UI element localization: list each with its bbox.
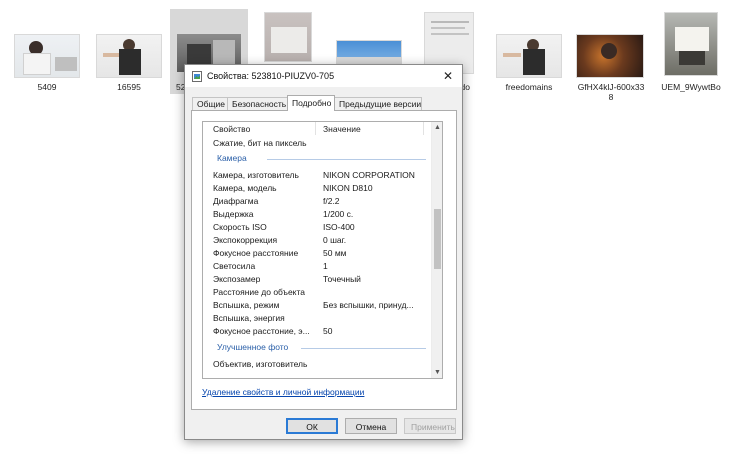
file-name: 5409: [37, 82, 57, 92]
dialog-titlebar[interactable]: Свойства: 523810-PIUZV0-705 ✕: [185, 65, 462, 87]
tab-previous-versions[interactable]: Предыдущие версии: [334, 97, 422, 110]
property-row[interactable]: Расстояние до объекта: [203, 286, 432, 299]
property-row[interactable]: Вспышка, режим Без вспышки, принуд...: [203, 299, 432, 312]
file-name: GfHX4klJ-600x33 8: [577, 82, 645, 102]
vertical-scrollbar[interactable]: ▲ ▼: [431, 122, 442, 378]
properties-list[interactable]: Свойство Значение Сжатие, бит на пиксель…: [202, 121, 443, 379]
property-row[interactable]: Экспозамер Точечный: [203, 273, 432, 286]
column-header-property[interactable]: Свойство: [213, 124, 250, 134]
group-header-camera: Камера: [203, 152, 432, 165]
image-file-icon: [192, 71, 202, 82]
file-item-16595[interactable]: 16595: [92, 30, 166, 100]
details-panel: Свойство Значение Сжатие, бит на пиксель…: [191, 110, 457, 410]
file-item[interactable]: [258, 10, 318, 70]
property-row[interactable]: Сжатие, бит на пиксель: [203, 137, 432, 150]
file-item[interactable]: [332, 36, 406, 66]
tab-details[interactable]: Подробно: [287, 95, 335, 111]
group-header-enhanced-photo: Улучшенное фото: [203, 341, 432, 354]
file-item-5409[interactable]: 5409: [10, 30, 84, 100]
scroll-up-icon[interactable]: ▲: [432, 122, 442, 133]
properties-dialog: Свойства: 523810-PIUZV0-705 ✕ Общие Безо…: [184, 64, 463, 440]
photo-thumbnail: [576, 34, 644, 78]
apply-button[interactable]: Применить: [404, 418, 456, 434]
photo-thumbnail: [14, 34, 80, 78]
property-row[interactable]: Фокусное расстояние 50 мм: [203, 247, 432, 260]
remove-properties-link[interactable]: Удаление свойств и личной информации: [202, 387, 364, 397]
column-divider[interactable]: [423, 122, 424, 135]
photo-thumbnail: [664, 12, 718, 76]
tab-general[interactable]: Общие: [192, 97, 228, 110]
photo-thumbnail: [336, 40, 402, 64]
property-row[interactable]: Скорость ISO ISO-400: [203, 221, 432, 234]
scrollbar-thumb[interactable]: [434, 209, 441, 269]
file-item-uem[interactable]: UEM_9WywtBo: [656, 10, 726, 100]
ok-button[interactable]: ОК: [286, 418, 338, 434]
photo-thumbnail: [264, 12, 312, 62]
column-header-row: Свойство Значение: [203, 122, 432, 135]
file-name: 16595: [117, 82, 141, 92]
property-row[interactable]: Экспокоррекция 0 шаг.: [203, 234, 432, 247]
file-item-freedomains[interactable]: freedomains: [492, 30, 566, 100]
property-row[interactable]: Выдержка 1/200 с.: [203, 208, 432, 221]
tab-security[interactable]: Безопасность: [227, 97, 288, 110]
property-row[interactable]: Фокусное расстоние, э... 50: [203, 325, 432, 338]
property-row[interactable]: Светосила 1: [203, 260, 432, 273]
photo-thumbnail: [496, 34, 562, 78]
close-button[interactable]: ✕: [434, 65, 462, 87]
file-name: UEM_9WywtBo: [661, 82, 721, 92]
photo-thumbnail: [96, 34, 162, 78]
file-name: freedomains: [505, 82, 553, 92]
property-row[interactable]: Камера, изготовитель NIKON CORPORATION: [203, 169, 432, 182]
dialog-title: Свойства: 523810-PIUZV0-705: [207, 71, 335, 81]
property-row[interactable]: Вспышка, энергия: [203, 312, 432, 325]
scroll-down-icon[interactable]: ▼: [432, 367, 442, 378]
column-header-value[interactable]: Значение: [323, 124, 361, 134]
file-item-gfhx4klj[interactable]: GfHX4klJ-600x33 8: [572, 30, 650, 110]
property-row[interactable]: Объектив, изготовитель: [203, 358, 432, 371]
column-divider[interactable]: [315, 122, 316, 135]
close-icon: ✕: [442, 69, 454, 83]
cancel-button[interactable]: Отмена: [345, 418, 397, 434]
property-row[interactable]: Камера, модель NIKON D810: [203, 182, 432, 195]
property-row[interactable]: Диафрагма f/2.2: [203, 195, 432, 208]
